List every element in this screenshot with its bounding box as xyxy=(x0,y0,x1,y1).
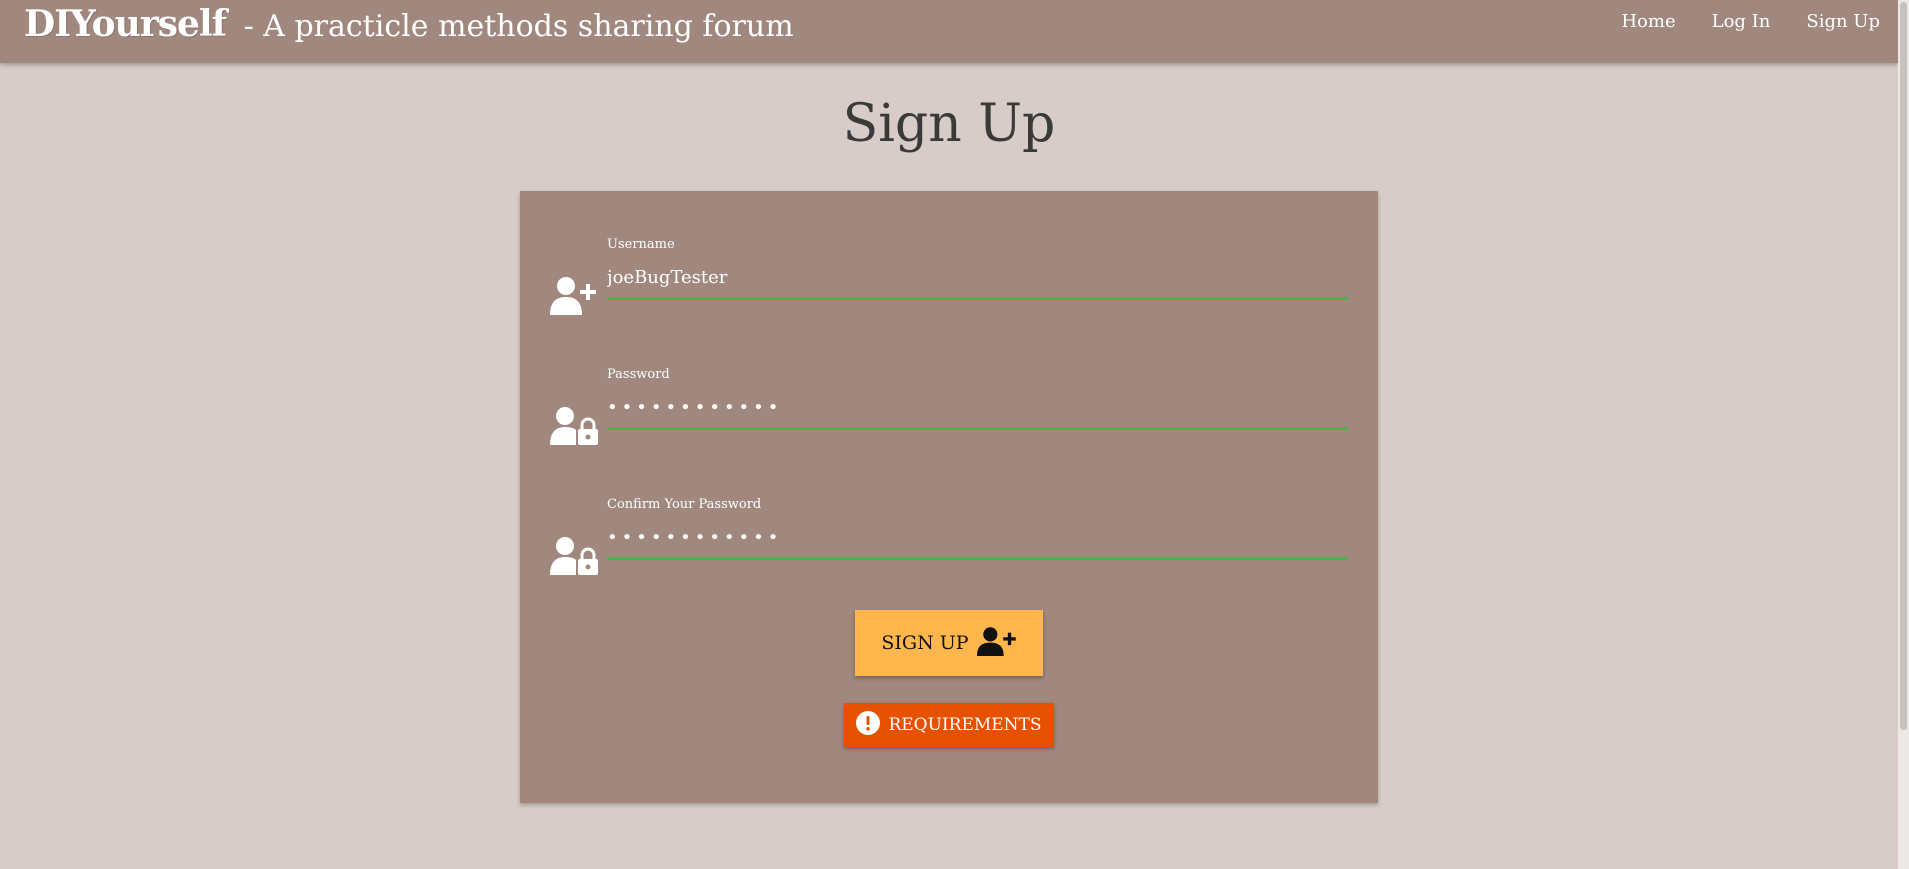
password-input[interactable] xyxy=(607,387,1348,429)
confirm-password-field-group: Confirm Your Password xyxy=(520,483,1378,575)
requirements-button[interactable]: Requirements xyxy=(844,703,1054,747)
navbar: DIYourself - A practicle methods sharing… xyxy=(0,0,1898,63)
nav-link-signup[interactable]: Sign Up xyxy=(1788,10,1898,34)
confirm-password-label: Confirm Your Password xyxy=(607,497,762,512)
username-input[interactable] xyxy=(607,257,1348,299)
nav-links: Home Log In Sign Up xyxy=(1603,10,1898,34)
brand-tagline: - A practicle methods sharing forum xyxy=(243,9,794,44)
scrollbar[interactable] xyxy=(1898,0,1909,869)
brand-logo[interactable]: DIYourself xyxy=(24,3,227,45)
requirements-button-label: Requirements xyxy=(888,715,1042,735)
password-field-group: Password xyxy=(520,353,1378,445)
username-field-group: Username xyxy=(520,223,1378,315)
user-plus-icon xyxy=(976,626,1017,661)
password-label: Password xyxy=(607,367,670,382)
nav-link-login[interactable]: Log In xyxy=(1694,10,1789,34)
user-lock-icon xyxy=(550,405,598,445)
nav-link-home[interactable]: Home xyxy=(1603,10,1693,34)
user-plus-icon xyxy=(550,275,598,315)
exclamation-circle-icon xyxy=(856,710,881,740)
username-label: Username xyxy=(607,237,675,252)
signup-card: Username Password Confir xyxy=(520,191,1378,803)
scrollbar-thumb[interactable] xyxy=(1900,2,1907,730)
signup-button[interactable]: Sign Up xyxy=(855,610,1043,676)
brand[interactable]: DIYourself - A practicle methods sharing… xyxy=(24,2,794,49)
page-title: Sign Up xyxy=(842,94,1056,154)
user-lock-icon xyxy=(550,535,598,575)
confirm-password-input[interactable] xyxy=(607,517,1348,559)
signup-button-label: Sign Up xyxy=(881,632,969,654)
